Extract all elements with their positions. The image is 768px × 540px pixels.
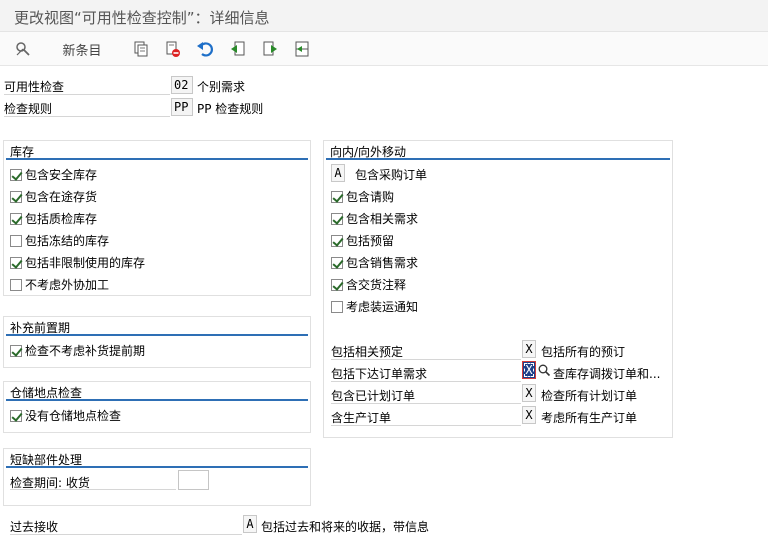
checkbox[interactable]	[10, 212, 22, 225]
check-without-rlt-checkbox[interactable]: 检查不考虑补货提前期	[10, 342, 145, 359]
search-help-icon[interactable]	[537, 362, 551, 378]
checkbox[interactable]	[331, 256, 343, 269]
row-underline	[331, 425, 521, 426]
stock-group-divider	[6, 158, 308, 160]
incl-planned-orders-label: 包含已计划订单	[331, 389, 416, 403]
checkbox[interactable]	[331, 234, 343, 247]
past-receipts-underline	[10, 534, 242, 535]
checkbox-label: 包含在途存货	[25, 190, 98, 204]
row-underline	[331, 359, 521, 360]
checkbox[interactable]	[10, 278, 22, 291]
storage-location-group-divider	[6, 399, 308, 401]
checkbox-label: 包含相关需求	[346, 212, 419, 226]
checkbox[interactable]	[331, 190, 343, 203]
availability-check-underline	[4, 94, 170, 95]
checkbox[interactable]	[331, 212, 343, 225]
checkbox-label: 含交货注释	[346, 278, 407, 292]
availability-check-label: 可用性检查	[4, 80, 65, 94]
checkbox[interactable]	[10, 190, 22, 203]
checkbox-label: 包括质检库存	[25, 212, 98, 226]
checkbox-label: 没有仓储地点检查	[25, 409, 122, 423]
include-reservations-checkbox[interactable]: 包括预留	[331, 232, 394, 249]
incl-dependent-reservations-label: 包括相关预定	[331, 345, 404, 359]
copy-icon[interactable]	[130, 38, 152, 60]
availability-check-field[interactable]: 02	[171, 76, 193, 94]
stock-item-include-blocked-stock[interactable]: 包括冻结的库存	[10, 232, 109, 249]
select-block-icon[interactable]	[291, 38, 313, 60]
replenishment-group-divider	[6, 334, 308, 336]
checkbox-label: 包括冻结的库存	[25, 234, 110, 248]
checkbox-label: 不考虑外协加工	[25, 278, 110, 292]
application-toolbar: 新条目	[0, 32, 768, 66]
checkbox-label: 包括非限制使用的库存	[25, 256, 146, 270]
incl-dependent-reservations-field[interactable]: X	[522, 340, 536, 358]
include-purchase-requisitions-checkbox[interactable]: 包含请购	[331, 188, 394, 205]
checkbox[interactable]	[10, 344, 22, 357]
checkbox[interactable]	[331, 300, 343, 313]
display-change-icon[interactable]	[12, 38, 34, 60]
stock-item-include-in-transit[interactable]: 包含在途存货	[10, 188, 97, 205]
incl-production-orders-field[interactable]: X	[522, 406, 536, 424]
availability-check-desc: 个别需求	[197, 80, 246, 94]
purchase-order-label: 包含采购订单	[355, 168, 428, 182]
check-rule-underline	[4, 116, 170, 117]
row-underline	[331, 381, 521, 382]
stock-item-ignore-subcontracting[interactable]: 不考虑外协加工	[10, 276, 109, 293]
past-receipts-desc: 包括过去和将来的收据，带信息	[261, 520, 430, 534]
include-deliveries-checkbox[interactable]: 含交货注释	[331, 276, 406, 293]
stock-item-include-unrestricted[interactable]: 包括非限制使用的库存	[10, 254, 145, 271]
in-out-movements-group-divider	[326, 158, 670, 160]
stock-item-include-qi-stock[interactable]: 包括质检库存	[10, 210, 97, 227]
previous-entry-icon[interactable]	[227, 38, 249, 60]
incl-production-orders-desc: 考虑所有生产订单	[541, 411, 638, 425]
check-rule-field[interactable]: PP	[171, 98, 193, 116]
checkbox-label: 检查不考虑补货提前期	[25, 344, 146, 358]
missing-parts-group-divider	[6, 466, 308, 468]
checkbox-label: 包括预留	[346, 234, 395, 248]
incl-released-order-reqs-field[interactable]: X	[522, 361, 536, 379]
undo-icon[interactable]	[194, 38, 216, 60]
checkbox-label: 包含销售需求	[346, 256, 419, 270]
next-entry-icon[interactable]	[259, 38, 281, 60]
incl-planned-orders-desc: 检查所有计划订单	[541, 389, 638, 403]
delete-icon[interactable]	[162, 38, 184, 60]
checkbox-label: 包含请购	[346, 190, 395, 204]
include-sales-reqs-checkbox[interactable]: 包含销售需求	[331, 254, 418, 271]
check-period-input[interactable]	[178, 470, 209, 490]
checkbox[interactable]	[10, 256, 22, 269]
new-entries-button[interactable]: 新条目	[58, 38, 106, 60]
row-underline	[331, 403, 521, 404]
purchase-order-field[interactable]: A	[331, 164, 345, 182]
checkbox[interactable]	[331, 278, 343, 291]
checkbox-label: 考虑装运通知	[346, 300, 419, 314]
checkbox[interactable]	[10, 168, 22, 181]
check-rule-label: 检查规则	[4, 102, 53, 116]
check-rule-desc: PP 检查规则	[197, 102, 264, 116]
incl-planned-orders-field[interactable]: X	[522, 384, 536, 402]
past-receipts-field[interactable]: A	[243, 515, 257, 533]
no-storage-location-check-checkbox[interactable]: 没有仓储地点检查	[10, 407, 121, 424]
incl-released-order-reqs-label: 包括下达订单需求	[331, 367, 428, 381]
incl-dependent-reservations-desc: 包括所有的预订	[541, 345, 626, 359]
incl-production-orders-label: 含生产订单	[331, 411, 392, 425]
consider-shipping-notif-checkbox[interactable]: 考虑装运通知	[331, 298, 418, 315]
include-dependent-reqs-checkbox[interactable]: 包含相关需求	[331, 210, 418, 227]
window-title: 更改视图“可用性检查控制”：详细信息	[0, 0, 768, 32]
incl-released-order-reqs-desc: 查库存调拨订单和...	[553, 367, 661, 381]
check-period-underline	[10, 489, 176, 490]
checkbox[interactable]	[10, 409, 22, 422]
past-receipts-label: 过去接收	[10, 520, 59, 534]
checkbox[interactable]	[10, 234, 22, 247]
checkbox-label: 包含安全库存	[25, 168, 98, 182]
stock-item-include-safety-stock[interactable]: 包含安全库存	[10, 166, 97, 183]
